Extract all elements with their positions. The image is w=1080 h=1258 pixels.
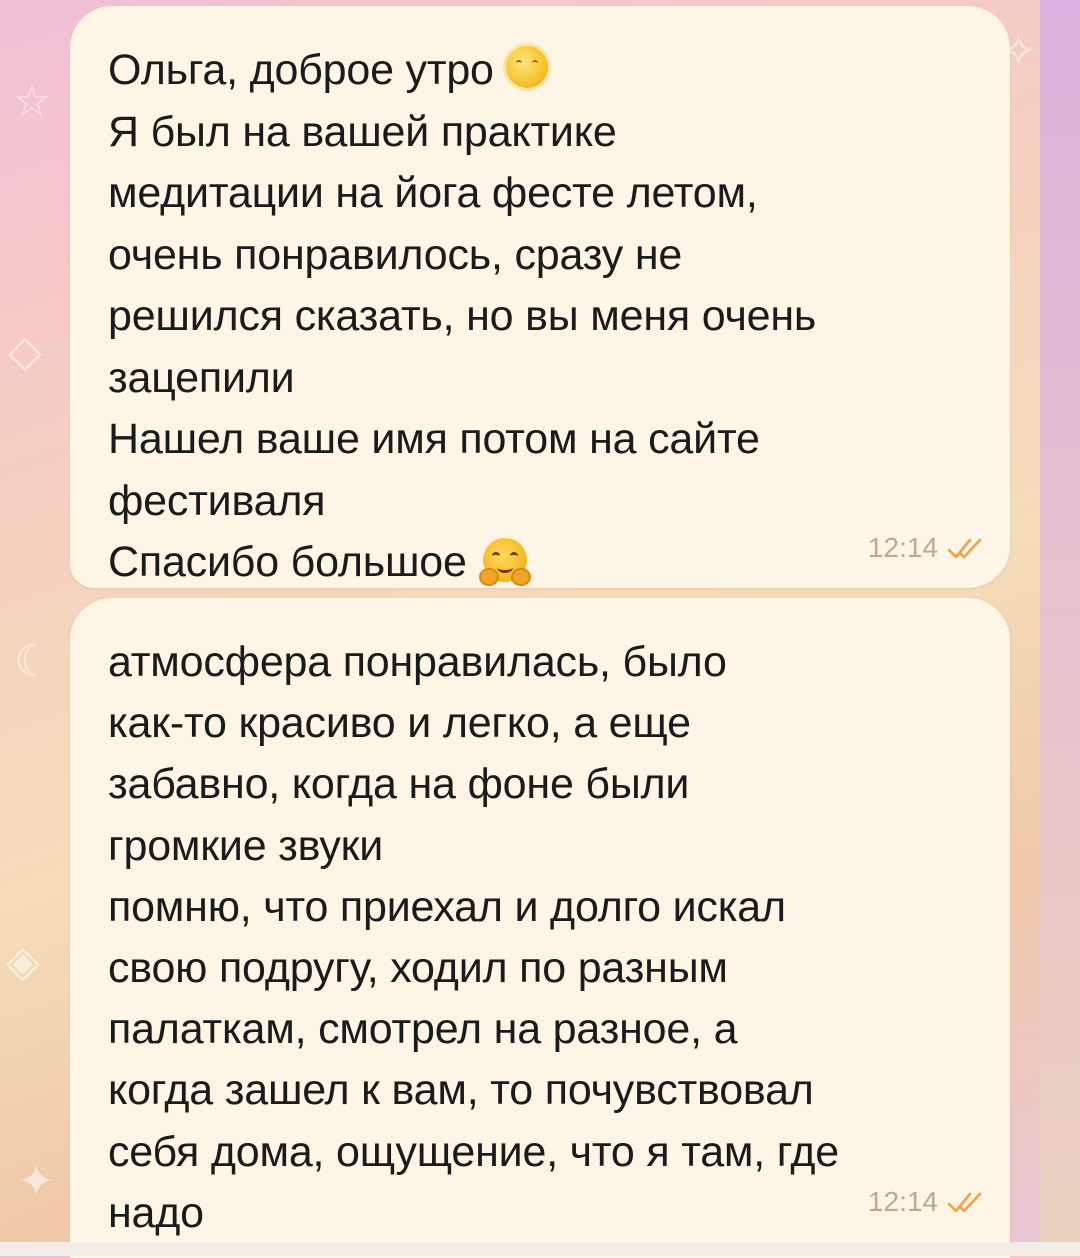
message-text-line: фестиваля: [108, 476, 326, 525]
message-text-line: громкие звуки: [108, 821, 384, 870]
read-checkmarks-icon: [947, 538, 982, 559]
message-meta: 12:14: [868, 1186, 986, 1218]
message-time: 12:14: [867, 532, 938, 563]
message-text-line: очень понравилось, сразу не: [108, 230, 683, 279]
message-time: 12:14: [867, 1186, 938, 1217]
message-text-line: Ольга, доброе утро: [108, 40, 970, 102]
screen-bottom-edge: [0, 1242, 1080, 1256]
message-text-line: решился сказать, но вы меня очень: [108, 292, 817, 340]
incoming-message-bubble[interactable]: атмосфера понравилась, было как-то краси…: [70, 598, 1010, 1258]
message-text-line: помню, что приехал и долго искал: [108, 882, 786, 931]
incoming-message-bubble[interactable]: Ольга, доброе утро Я был на вашей практи…: [70, 6, 1010, 588]
message-text-line: себя дома, ощущение, что я там, где: [108, 1127, 839, 1176]
message-text-line: палаткам, смотрел на разное, а: [108, 1005, 738, 1054]
message-text-line: как-то красиво и легко, а еще: [108, 699, 691, 748]
message-text-line: Я был на вашей практике: [108, 107, 617, 156]
message-text-line: Спасибо большое: [108, 532, 970, 594]
message-text-line: когда зашел к вам, то почувствовал: [108, 1066, 814, 1115]
message-text-line: забавно, когда на фоне были: [108, 760, 690, 809]
message-text-line: медитации на йога фесте летом,: [108, 169, 758, 217]
message-list[interactable]: Ольга, доброе утро Я был на вашей практи…: [0, 0, 1080, 1258]
hugging-face-icon: [478, 538, 531, 586]
message-text-line: атмосфера понравилась, было: [108, 638, 727, 686]
message-text-line: надо: [108, 1188, 204, 1237]
message-meta: 12:14: [868, 532, 986, 564]
sun-with-face-icon: [505, 46, 548, 88]
message-text-line: свою подругу, ходил по разным: [108, 944, 728, 993]
message-text-line: зацепили: [108, 353, 295, 402]
message-text-line: Нашел ваше имя потом на сайте: [108, 415, 760, 463]
read-checkmarks-icon: [947, 1192, 982, 1213]
